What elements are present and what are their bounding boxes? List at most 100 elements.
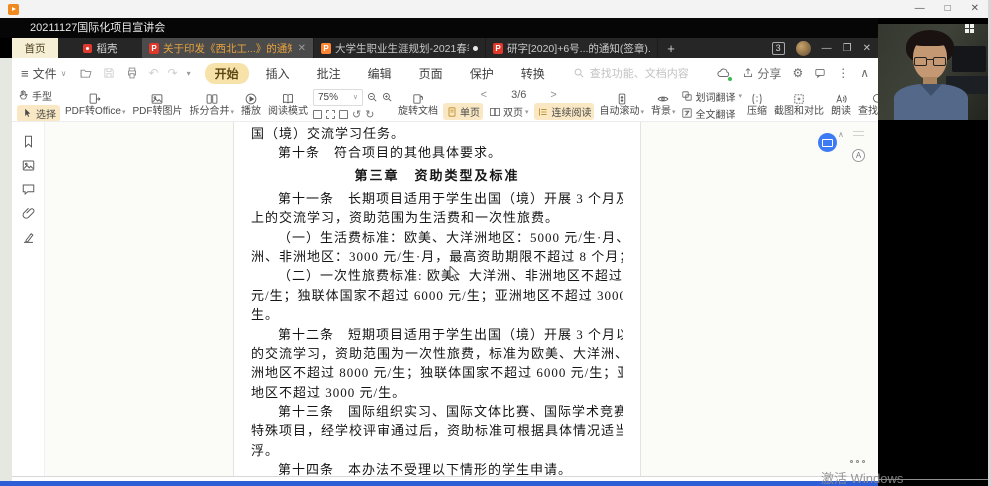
hand-tool-button[interactable]: 手型 [17, 88, 60, 103]
play-icon [244, 92, 258, 106]
menu-tab-批注[interactable]: 批注 [307, 63, 351, 84]
settings-gear-icon[interactable]: ⚙ [792, 67, 803, 79]
read-aloud-button[interactable]: 朗读 [829, 92, 853, 117]
undo-icon[interactable]: ↶ [148, 66, 158, 80]
cloud-sync-icon[interactable] [716, 66, 731, 81]
document-line: 上的交流学习，资助范围为生活费和一次性旅费。 [251, 208, 623, 227]
book-icon [281, 92, 295, 106]
tab-home[interactable]: 首页 [12, 38, 58, 58]
prev-page-button[interactable]: < [481, 89, 487, 101]
search-placeholder: 查找功能、文档内容 [590, 65, 689, 81]
close-tab-icon[interactable]: ✕ [296, 43, 306, 54]
document-line: （二）一次性旅费标准: 欧美、大洋洲、非洲地区不超过 8000 [251, 266, 623, 285]
scrollbar-thumb[interactable] [853, 131, 864, 136]
webcam-video[interactable] [878, 24, 988, 120]
player-minimize-button[interactable]: — [915, 0, 925, 18]
chevron-down-icon: ▾ [640, 109, 644, 116]
wps-close-button[interactable]: ✕ [863, 43, 871, 54]
qat-more-icon[interactable]: ▾ [187, 69, 191, 78]
continuous-read-button[interactable]: 连续阅读 [534, 103, 594, 120]
full-translate-button[interactable]: 全文翻译 [681, 106, 743, 121]
new-tab-button[interactable]: + [658, 38, 684, 58]
share-icon [742, 67, 754, 79]
share-button[interactable]: 分享 [742, 65, 781, 82]
pdf-file-icon: P [493, 43, 503, 54]
wps-minimize-button[interactable]: — [822, 43, 832, 54]
document-line: 国（境）交流学习任务。 [251, 124, 623, 143]
menu-tab-保护[interactable]: 保护 [460, 63, 504, 84]
compress-icon [750, 92, 764, 106]
word-translate-button[interactable]: 划词翻译 ▾ [681, 89, 743, 104]
print-icon[interactable] [125, 66, 139, 80]
fit-selection-icon[interactable] [339, 110, 348, 119]
search-box[interactable]: 查找功能、文档内容 [573, 65, 689, 81]
zoom-in-icon[interactable] [381, 91, 393, 103]
document-tab[interactable]: P关于印发《西北工...》的通知.pdf✕ [142, 38, 314, 58]
document-tab[interactable]: P研字[2020]+6号...的通知(签章).pdf [486, 38, 658, 58]
menu-tab-编辑[interactable]: 编辑 [358, 63, 402, 84]
document-line: 浮。 [251, 441, 623, 460]
attachment-icon[interactable] [21, 206, 36, 221]
redo-icon[interactable]: ↷ [168, 66, 178, 80]
background-button[interactable]: 背景▾ [649, 92, 678, 117]
menu-tab-转换[interactable]: 转换 [511, 63, 555, 84]
thumbnail-icon[interactable] [21, 158, 36, 173]
screenshot-compare-button[interactable]: 截图和对比 [772, 92, 826, 117]
crop-page-icon[interactable] [326, 110, 335, 119]
select-tool-button[interactable]: 选择 [17, 105, 60, 122]
signature-icon[interactable] [21, 230, 36, 245]
page-indicator[interactable]: 3/6 [511, 89, 526, 101]
scroll-up-icon[interactable]: ∧ [838, 130, 844, 139]
more-menu-icon[interactable]: ⋮ [837, 67, 849, 79]
wps-restore-button[interactable]: ❐ [843, 43, 852, 54]
rotate-right-icon[interactable]: ↻ [365, 108, 374, 121]
comment-icon[interactable] [21, 182, 36, 197]
save-icon[interactable] [102, 66, 116, 80]
video-progress-bar[interactable] [0, 481, 878, 486]
pdf-page[interactable]: 国（境）交流学习任务。第十条 符合项目的其他具体要求。第三章 资助类型及标准第十… [233, 122, 641, 476]
auto-scroll-button[interactable]: 自动滚动▾ [597, 92, 646, 117]
doc-count-badge[interactable]: 3 [772, 42, 785, 55]
player-close-button[interactable]: ✕ [971, 0, 979, 18]
find-on-page-icon[interactable]: A [852, 149, 865, 162]
menu-tab-页面[interactable]: 页面 [409, 63, 453, 84]
document-line: 第十三条 国际组织实习、国际文体比赛、国际学术竞赛等 [251, 402, 623, 421]
menu-tab-插入[interactable]: 插入 [256, 63, 300, 84]
layout-grid-icon[interactable] [965, 24, 974, 33]
document-line: 第十条 符合项目的其他具体要求。 [251, 143, 623, 162]
pdf-to-office-icon [88, 92, 102, 106]
single-page-button[interactable]: 单页 [443, 103, 483, 120]
split-merge-button[interactable]: 拆分合并▾ [187, 92, 236, 117]
word-translate-icon [681, 90, 693, 102]
menu-tab-开始[interactable]: 开始 [205, 63, 249, 84]
zoom-out-icon[interactable] [366, 91, 378, 103]
eye-icon [656, 92, 670, 106]
player-titlebar: — □ ✕ [0, 0, 991, 18]
file-menu-button[interactable]: ≡ 文件 ∨ [21, 65, 66, 82]
compress-button[interactable]: 压缩 [745, 92, 769, 117]
find-replace-button[interactable]: 查找替换 [856, 92, 878, 117]
zoom-level-select[interactable]: 75% ∨ [313, 89, 363, 106]
rotate-left-icon[interactable]: ↺ [352, 108, 361, 121]
open-folder-icon[interactable] [79, 66, 93, 80]
document-line: 第十四条 本办法不受理以下情形的学生申请。 [251, 460, 623, 477]
actual-size-icon[interactable] [313, 110, 322, 119]
bookmark-icon[interactable] [21, 134, 36, 149]
next-page-button[interactable]: > [550, 89, 556, 101]
tab-docer[interactable]: 稻壳 [58, 38, 142, 58]
unsaved-dot-icon [473, 46, 478, 51]
avatar[interactable] [796, 41, 811, 56]
document-line: 洲地区不超过 8000 元/生；独联体国家不超过 6000 元/生；亚洲 [251, 363, 623, 382]
player-maximize-button[interactable]: □ [945, 0, 951, 18]
read-mode-button[interactable]: 阅读模式 [266, 92, 310, 117]
pdf-to-office-button[interactable]: PDF转Office▾ [63, 92, 127, 117]
wps-assistant-button[interactable] [818, 133, 837, 152]
double-page-button[interactable]: 双页 ▾ [486, 103, 532, 120]
pdf-to-image-button[interactable]: PDF转图片 [130, 92, 184, 117]
rotate-doc-button[interactable]: 旋转文档 [396, 92, 440, 117]
play-button[interactable]: 播放 [239, 92, 263, 117]
collapse-ribbon-icon[interactable]: ∧ [860, 67, 869, 79]
document-tab[interactable]: P大学生职业生涯规划-2021春季学期 [314, 38, 486, 58]
document-tab-label: 大学生职业生涯规划-2021春季学期 [335, 41, 469, 56]
feedback-icon[interactable] [814, 67, 826, 79]
